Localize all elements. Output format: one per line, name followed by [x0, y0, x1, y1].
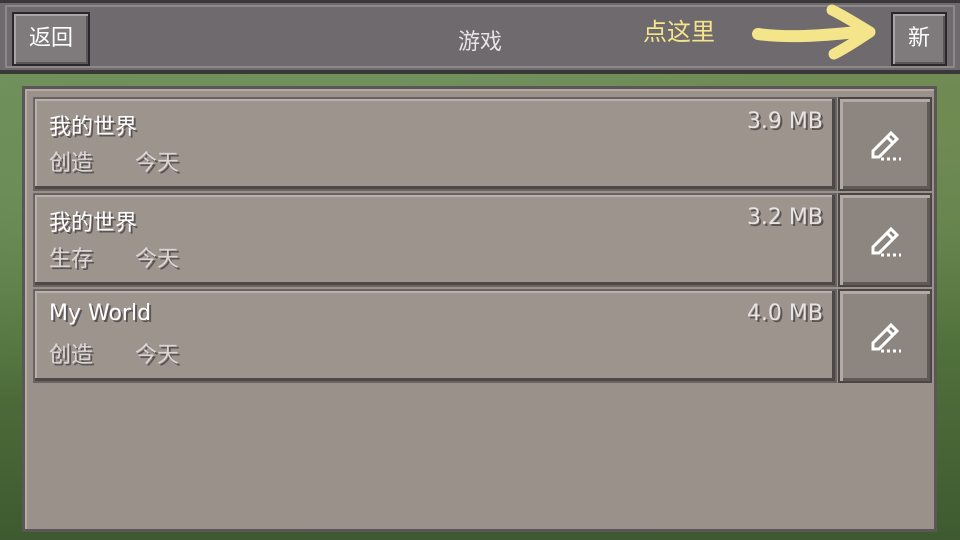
edit-world-button[interactable] — [838, 193, 932, 287]
world-row[interactable]: 我的世界 3.9 MB 创造 今天 — [33, 97, 837, 191]
arrow-right-icon — [752, 4, 876, 60]
world-date: 今天 — [135, 343, 180, 368]
world-date: 今天 — [135, 151, 180, 176]
world-list: 我的世界 3.9 MB 创造 今天 我的世界 3.2 MB 生存 今天 My W… — [22, 86, 937, 532]
world-row[interactable]: 我的世界 3.2 MB 生存 今天 — [33, 193, 837, 287]
edit-world-button[interactable] — [838, 97, 932, 191]
world-size: 3.2 MB — [746, 205, 823, 230]
world-name: 我的世界 — [49, 211, 138, 236]
world-date: 今天 — [135, 247, 180, 272]
world-name: My World — [49, 301, 152, 326]
world-mode: 生存 — [49, 247, 94, 272]
world-size: 3.9 MB — [746, 109, 823, 134]
world-row[interactable]: My World 4.0 MB 创造 今天 — [33, 289, 837, 383]
world-mode: 创造 — [49, 151, 94, 176]
world-mode: 创造 — [49, 343, 94, 368]
world-name: 我的世界 — [49, 115, 138, 140]
pencil-icon — [871, 226, 901, 257]
world-size: 4.0 MB — [746, 301, 823, 326]
pencil-icon — [871, 130, 901, 161]
hint-label: 点这里 — [643, 18, 715, 46]
new-world-button[interactable]: 新 — [891, 12, 947, 66]
edit-world-button[interactable] — [838, 289, 932, 383]
pencil-icon — [871, 322, 901, 353]
